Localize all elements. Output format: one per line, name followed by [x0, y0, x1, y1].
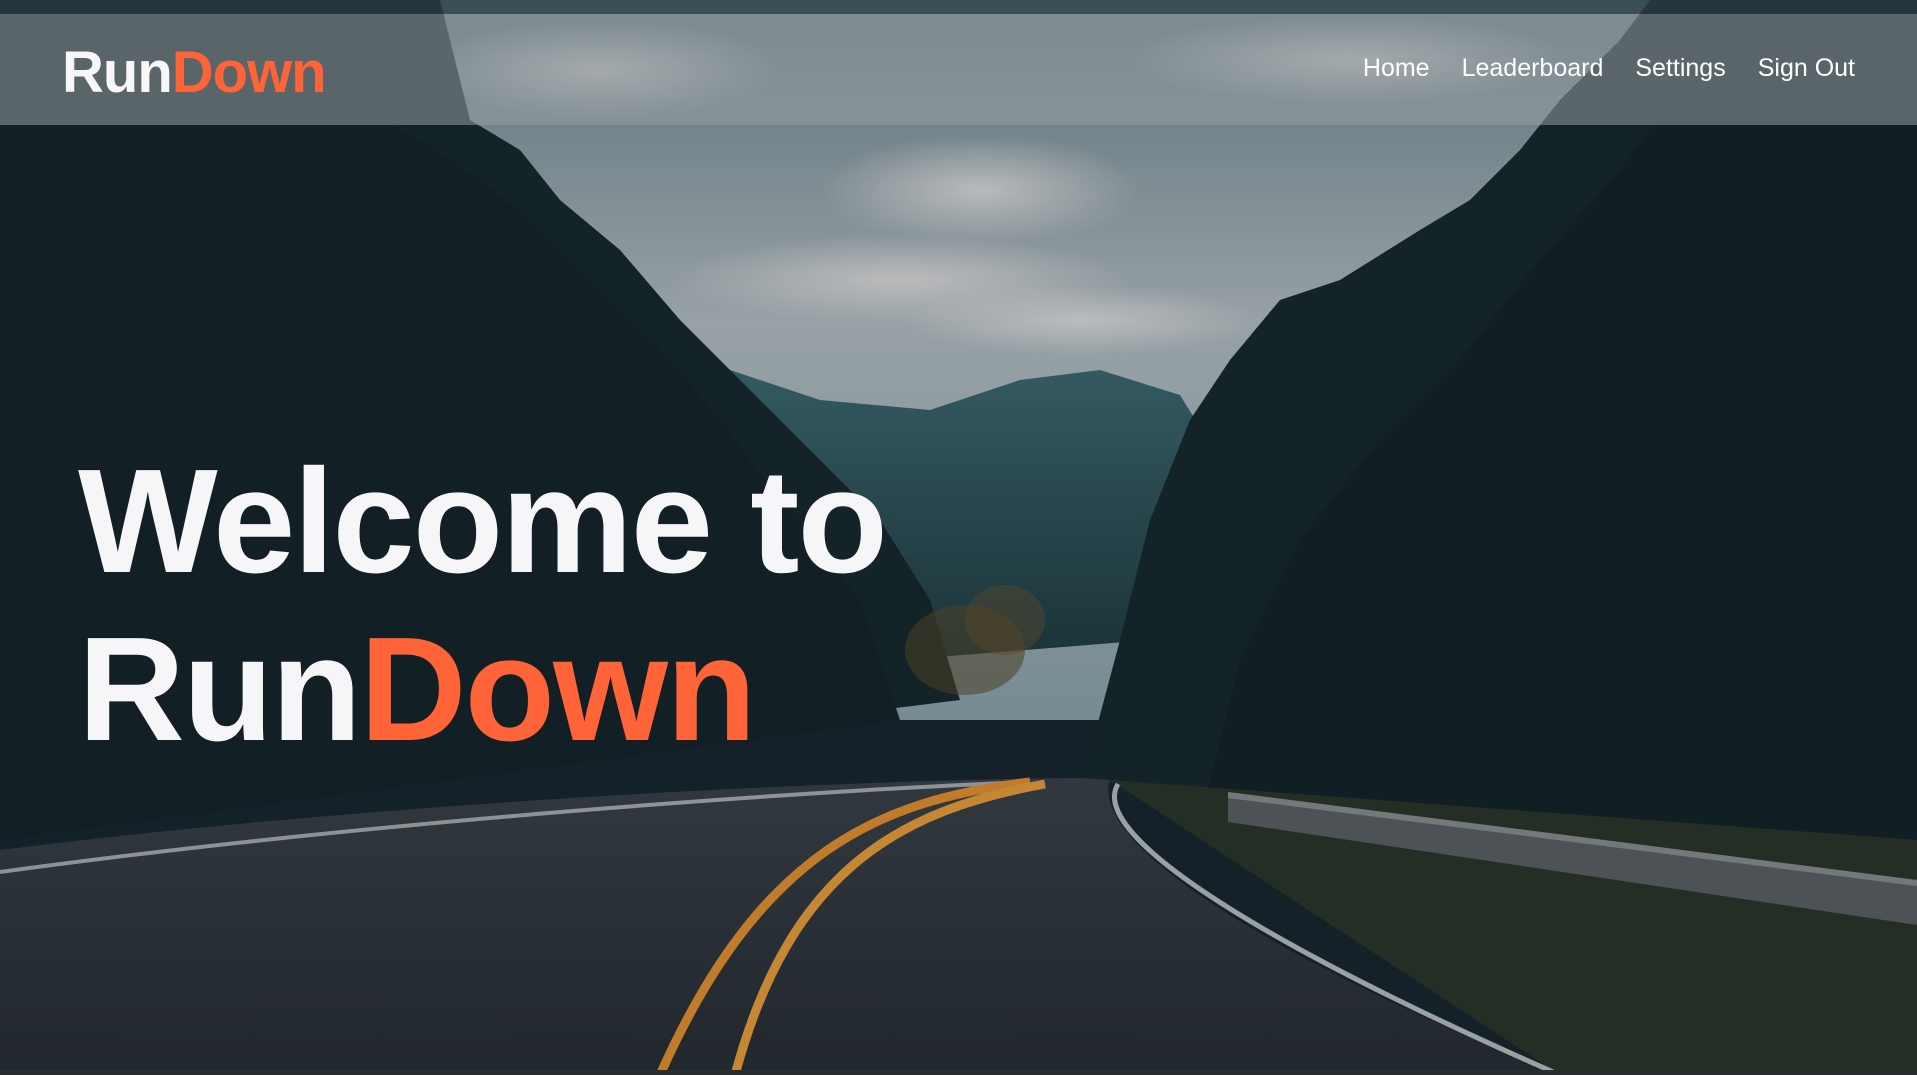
- nav-link-settings[interactable]: Settings: [1635, 53, 1725, 83]
- brand-logo-run: Run: [62, 40, 173, 105]
- page: RunDown Home Leaderboard Settings Sign O…: [0, 0, 1917, 1075]
- nav-links: Home Leaderboard Settings Sign Out: [1363, 53, 1855, 83]
- hero-title-line-1: Welcome to: [78, 439, 888, 604]
- hero-title-run: Run: [78, 607, 362, 772]
- brand-logo[interactable]: RunDown: [62, 44, 327, 102]
- nav-link-home[interactable]: Home: [1363, 53, 1430, 83]
- hero-title: Welcome to RunDown: [78, 438, 888, 774]
- nav-link-leaderboard[interactable]: Leaderboard: [1462, 53, 1604, 83]
- bottom-edge-strip: [0, 1070, 1917, 1075]
- hero-title-down: Down: [359, 607, 757, 772]
- nav-link-sign-out[interactable]: Sign Out: [1758, 53, 1855, 83]
- top-navbar: RunDown Home Leaderboard Settings Sign O…: [0, 14, 1917, 125]
- brand-logo-down: Down: [171, 40, 327, 105]
- hero-title-line-2: RunDown: [78, 606, 886, 774]
